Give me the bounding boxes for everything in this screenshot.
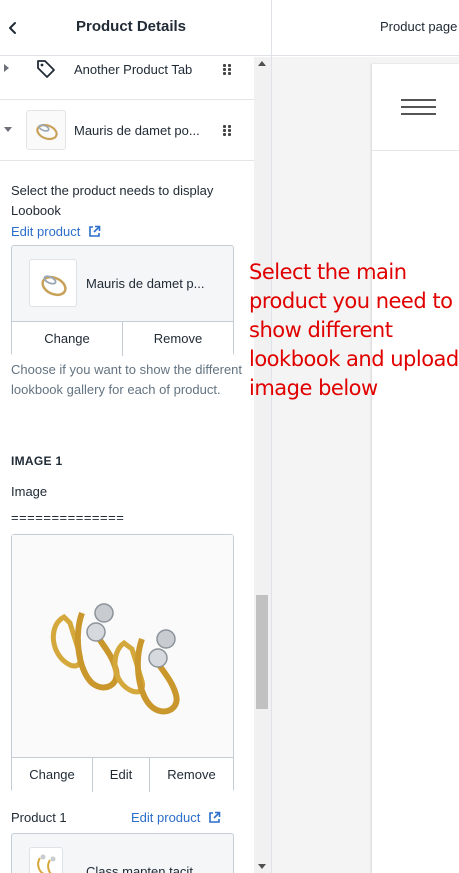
block-row-label: Another Product Tab — [74, 62, 193, 77]
product-1-card: Class mapten tacit — [11, 833, 234, 873]
product-picker-help: Select the product needs to display Loob… — [11, 183, 214, 218]
tutorial-annotation: Select the main product you need to show… — [249, 260, 459, 400]
block-row-another-product-tab[interactable]: Another Product Tab — [0, 57, 254, 100]
product-1-label: Product 1 — [11, 810, 67, 825]
remove-product-button[interactable]: Remove — [123, 322, 233, 356]
product-1-edit-link[interactable]: Edit product — [131, 810, 221, 825]
earrings-photo — [50, 603, 180, 715]
hamburger-menu-icon[interactable] — [401, 99, 436, 115]
product-1-thumbnail — [29, 847, 63, 873]
external-link-icon — [89, 225, 101, 237]
image-separator: ============== — [11, 510, 125, 525]
product-card-name: Mauris de damet p... — [86, 276, 205, 291]
edit-product-link[interactable]: Edit product — [11, 224, 101, 239]
product-1-name: Class mapten tacit — [86, 864, 193, 873]
image-section-heading: IMAGE 1 — [11, 454, 63, 468]
earrings-image[interactable] — [12, 535, 233, 757]
sidebar-scrollbar[interactable] — [254, 57, 271, 873]
remove-image-button[interactable]: Remove — [150, 758, 233, 792]
ring-icon — [41, 275, 67, 297]
caret-down-icon[interactable] — [4, 127, 12, 132]
edit-image-button[interactable]: Edit — [93, 758, 150, 792]
page-selector[interactable]: Product page — [380, 19, 457, 34]
drag-handle-icon[interactable] — [223, 125, 233, 137]
scroll-up-arrow-icon[interactable] — [258, 61, 266, 66]
image-field-label: Image — [11, 484, 48, 499]
product-card-thumbnail — [29, 259, 77, 307]
preview-topbar: Product page — [272, 0, 459, 56]
selected-product-card: Mauris de damet p... Change Remove — [11, 245, 234, 356]
storefront-header — [372, 64, 459, 151]
drag-handle-icon[interactable] — [223, 64, 233, 76]
product-card-actions: Change Remove — [12, 321, 233, 356]
block-row-mauris[interactable]: Mauris de damet po... — [0, 100, 254, 161]
product-thumbnail — [26, 110, 66, 150]
block-row-label: Mauris de damet po... — [74, 123, 200, 138]
product-picker-note: Choose if you want to show the different… — [11, 362, 243, 397]
edit-product-label: Edit product — [11, 224, 81, 239]
change-product-button[interactable]: Change — [12, 322, 123, 356]
storefront-preview-frame — [372, 64, 459, 873]
sidebar-scroll-area: Another Product Tab Mauris de damet po..… — [0, 57, 254, 873]
caret-right-icon[interactable] — [4, 64, 9, 72]
change-image-button[interactable]: Change — [12, 758, 93, 792]
scroll-down-arrow-icon[interactable] — [258, 864, 266, 869]
image-picker-card: Change Edit Remove — [11, 534, 234, 792]
sidebar-title: Product Details — [75, 18, 187, 35]
ring-icon — [36, 123, 58, 141]
image-card-actions: Change Edit Remove — [12, 757, 233, 792]
external-link-icon — [209, 811, 221, 823]
edit-product-label: Edit product — [131, 810, 201, 825]
tag-icon — [37, 60, 55, 78]
sidebar-header: Product Details — [0, 0, 271, 56]
earrings-icon — [37, 854, 56, 873]
scrollbar-thumb[interactable] — [256, 595, 268, 709]
settings-sidebar: Product Details Another Product Tab Maur… — [0, 0, 272, 873]
